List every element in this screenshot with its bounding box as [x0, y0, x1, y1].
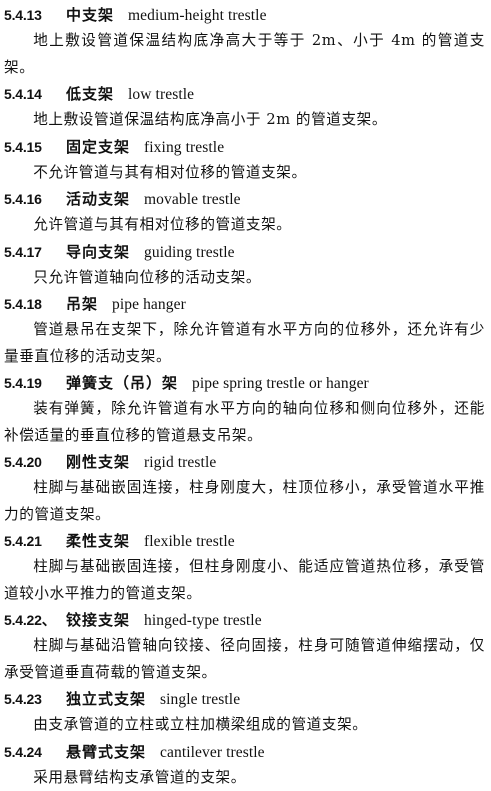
term-chinese: 中支架 [66, 6, 115, 24]
term-entry: 5.4.17 导向支架 guiding trestle 只允许管道轴向位移的活动… [4, 239, 485, 292]
term-english: flexible trestle [144, 533, 235, 550]
term-heading: 5.4.14 低支架 low trestle [4, 81, 485, 107]
term-english: pipe spring trestle or hanger [192, 375, 369, 392]
term-chinese: 刚性支架 [66, 453, 131, 471]
term-heading: 5.4.20 刚性支架 rigid trestle [4, 449, 485, 475]
term-english: medium-height trestle [128, 7, 267, 24]
term-number: 5.4.22、 [4, 612, 56, 628]
term-definition: 柱脚与基础嵌固连接，柱身刚度大，柱顶位移小，承受管道水平推力的管道支架。 [4, 479, 485, 523]
term-number: 5.4.16 [4, 191, 42, 207]
term-definition: 采用悬臂结构支承管道的支架。 [33, 768, 246, 786]
term-entry: 5.4.22、 铰接支架 hinged-type trestle 柱脚与基础沿管… [4, 607, 485, 686]
term-number: 5.4.17 [4, 243, 42, 260]
term-heading: 5.4.17 导向支架 guiding trestle [4, 239, 485, 265]
term-chinese: 导向支架 [66, 242, 131, 261]
term-entry: 5.4.20 刚性支架 rigid trestle 柱脚与基础嵌固连接，柱身刚度… [4, 449, 485, 528]
term-entry: 5.4.15 固定支架 fixing trestle 不允许管道与其有相对位移的… [4, 134, 485, 187]
term-chinese: 吊架 [66, 295, 99, 313]
term-definition: 管道悬吊在支架下，除允许管道有水平方向的位移外，还允许有少量垂直位移的活动支架。 [4, 321, 485, 365]
term-english: cantilever trestle [160, 743, 265, 761]
term-chinese: 铰接支架 [66, 611, 131, 629]
term-chinese: 弹簧支（吊）架 [66, 374, 179, 392]
term-definition: 允许管道与其有相对位移的管道支架。 [33, 216, 292, 233]
term-heading: 5.4.23 独立式支架 single trestle [4, 686, 485, 712]
term-definition: 地上敷设管道保温结构底净高大于等于 2m、小于 4m 的管道支架。 [4, 32, 485, 76]
term-chinese: 活动支架 [66, 190, 131, 208]
term-english: fixing trestle [144, 138, 225, 156]
term-number: 5.4.19 [4, 375, 42, 391]
term-entry: 5.4.18 吊架 pipe hanger 管道悬吊在支架下，除允许管道有水平方… [4, 291, 485, 370]
term-entry: 5.4.23 独立式支架 single trestle 由支承管道的立柱或立柱加… [4, 686, 485, 739]
term-english: pipe hanger [112, 296, 186, 313]
document-page: 5.4.13 中支架 medium-height trestle 地上敷设管道保… [0, 0, 491, 791]
term-chinese: 悬臂式支架 [66, 742, 147, 761]
term-definition: 只允许管道轴向位移的活动支架。 [33, 268, 262, 286]
term-chinese: 独立式支架 [66, 690, 147, 708]
term-number: 5.4.15 [4, 138, 42, 155]
term-definition: 柱脚与基础沿管轴向铰接、径向固接，柱身可随管道伸缩摆动，仅承受管道垂直荷载的管道… [4, 637, 485, 681]
term-english: hinged-type trestle [144, 612, 262, 629]
term-number: 5.4.20 [4, 454, 42, 470]
term-number: 5.4.23 [4, 691, 42, 707]
term-heading: 5.4.13 中支架 medium-height trestle [4, 2, 485, 28]
term-definition: 装有弹簧，除允许管道有水平方向的轴向位移和侧向位移外，还能补偿适量的垂直位移的管… [4, 400, 485, 444]
term-number: 5.4.14 [4, 86, 42, 102]
term-definition: 由支承管道的立柱或立柱加横梁组成的管道支架。 [33, 716, 368, 733]
term-definition: 不允许管道与其有相对位移的管道支架。 [33, 163, 307, 181]
term-heading: 5.4.16 活动支架 movable trestle [4, 186, 485, 212]
term-english: single trestle [160, 691, 241, 708]
term-chinese: 柔性支架 [66, 532, 131, 550]
term-number: 5.4.24 [4, 743, 42, 760]
term-english: movable trestle [144, 191, 241, 208]
term-number: 5.4.18 [4, 296, 42, 312]
term-heading: 5.4.18 吊架 pipe hanger [4, 291, 485, 317]
term-heading: 5.4.22、 铰接支架 hinged-type trestle [4, 607, 485, 633]
term-definition: 地上敷设管道保温结构底净高小于 2m 的管道支架。 [33, 111, 388, 128]
term-entry: 5.4.16 活动支架 movable trestle 允许管道与其有相对位移的… [4, 186, 485, 239]
term-chinese: 低支架 [66, 85, 115, 103]
term-number: 5.4.13 [4, 7, 42, 23]
term-entry: 5.4.19 弹簧支（吊）架 pipe spring trestle or ha… [4, 370, 485, 449]
term-chinese: 固定支架 [66, 137, 131, 156]
term-entry: 5.4.21 柔性支架 flexible trestle 柱脚与基础嵌固连接，但… [4, 528, 485, 607]
term-entry: 5.4.24 悬臂式支架 cantilever trestle 采用悬臂结构支承… [4, 739, 485, 791]
term-heading: 5.4.19 弹簧支（吊）架 pipe spring trestle or ha… [4, 370, 485, 396]
term-heading: 5.4.15 固定支架 fixing trestle [4, 134, 485, 160]
term-entry: 5.4.14 低支架 low trestle 地上敷设管道保温结构底净高小于 2… [4, 81, 485, 134]
term-heading: 5.4.21 柔性支架 flexible trestle [4, 528, 485, 554]
term-heading: 5.4.24 悬臂式支架 cantilever trestle [4, 739, 485, 765]
term-english: low trestle [128, 86, 195, 103]
term-english: rigid trestle [144, 454, 217, 471]
term-english: guiding trestle [144, 243, 235, 261]
term-number: 5.4.21 [4, 533, 42, 549]
term-definition: 柱脚与基础嵌固连接，但柱身刚度小、能适应管道热位移，承受管道较小水平推力的管道支… [4, 558, 485, 602]
term-entry: 5.4.13 中支架 medium-height trestle 地上敷设管道保… [4, 2, 485, 81]
